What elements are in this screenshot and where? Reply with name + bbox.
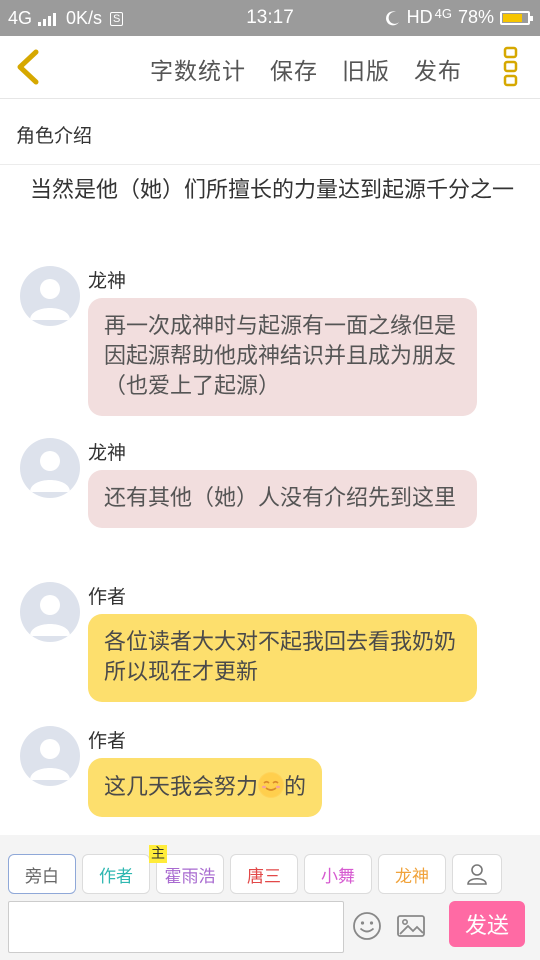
message-text: 这几天我会努力 bbox=[104, 775, 259, 800]
role-tab-author[interactable]: 作者 bbox=[82, 854, 150, 894]
sender-name: 龙神 bbox=[88, 442, 127, 464]
word-count-button[interactable]: 字数统计 bbox=[150, 52, 246, 86]
hd-label: HD bbox=[406, 7, 433, 27]
more-menu-button[interactable] bbox=[500, 46, 522, 88]
chevron-left-icon bbox=[17, 49, 39, 85]
battery-fill bbox=[503, 13, 522, 22]
avatar[interactable] bbox=[20, 266, 80, 326]
image-icon bbox=[397, 915, 425, 937]
more-vertical-icon bbox=[503, 46, 518, 87]
section-title: 角色介绍 bbox=[16, 125, 93, 147]
message-bubble[interactable]: 各位读者大大对不起我回去看我奶奶所以现在才更新 bbox=[88, 614, 477, 702]
nav-actions: 字数统计 保存 旧版 发布 bbox=[150, 52, 462, 86]
role-tab-narrator[interactable]: 旁白 bbox=[8, 854, 76, 894]
role-tab-huo-yuhao[interactable]: 主 霍雨浩 bbox=[149, 845, 224, 894]
role-tabs: 旁白 作者 主 霍雨浩 唐三 小舞 龙神 bbox=[8, 845, 502, 894]
avatar[interactable] bbox=[20, 582, 80, 642]
sender-name: 作者 bbox=[88, 586, 127, 608]
smile-emoji-icon bbox=[258, 772, 285, 798]
smile-icon bbox=[353, 912, 381, 940]
top-navbar: 字数统计 保存 旧版 发布 bbox=[0, 36, 540, 99]
user-icon bbox=[467, 864, 487, 885]
old-version-button[interactable]: 旧版 bbox=[342, 52, 390, 86]
role-tab-tang-san[interactable]: 唐三 bbox=[230, 854, 298, 894]
message-text: 的 bbox=[284, 775, 307, 800]
status-bar: 4G 0K/s S 13:17 HD 4G 78% bbox=[0, 0, 540, 36]
publish-button[interactable]: 发布 bbox=[414, 52, 462, 86]
role-label: 龙神 bbox=[395, 866, 429, 887]
sender-name: 龙神 bbox=[88, 270, 127, 292]
role-tab-dragon-god[interactable]: 龙神 bbox=[378, 854, 446, 894]
default-avatar-icon bbox=[30, 595, 70, 636]
message-bubble[interactable]: 再一次成神时与起源有一面之缘但是因起源帮助他成神结识并且成为朋友（也爱上了起源） bbox=[88, 298, 477, 416]
narration-text: 当然是他（她）们所擅长的力量达到起源千分之一 bbox=[30, 178, 515, 203]
composer-area: 旁白 作者 主 霍雨浩 唐三 小舞 龙神 发送 bbox=[0, 835, 540, 960]
avatar[interactable] bbox=[20, 726, 80, 786]
default-avatar-icon bbox=[30, 451, 70, 492]
message-bubble[interactable]: 这几天我会努力的 bbox=[88, 758, 323, 817]
battery-percent: 78% bbox=[457, 7, 494, 27]
status-right: HD 4G 78% bbox=[385, 6, 533, 28]
divider bbox=[0, 164, 540, 165]
image-button[interactable] bbox=[396, 911, 426, 941]
role-label: 唐三 bbox=[247, 866, 281, 887]
avatar[interactable] bbox=[20, 438, 80, 498]
role-tab-xiao-wu[interactable]: 小舞 bbox=[304, 854, 372, 894]
send-button[interactable]: 发送 bbox=[449, 901, 525, 947]
message-input[interactable] bbox=[8, 901, 344, 953]
battery-icon bbox=[500, 10, 533, 25]
role-label: 作者 bbox=[99, 866, 133, 887]
default-avatar-icon bbox=[30, 739, 70, 780]
moon-icon bbox=[385, 10, 399, 25]
add-role-button[interactable] bbox=[452, 854, 502, 894]
role-label: 霍雨浩 bbox=[164, 866, 216, 887]
back-button[interactable] bbox=[8, 42, 54, 92]
save-button[interactable]: 保存 bbox=[270, 52, 318, 86]
main-role-badge: 主 bbox=[149, 845, 167, 863]
default-avatar-icon bbox=[30, 279, 70, 320]
message-bubble[interactable]: 还有其他（她）人没有介绍先到这里 bbox=[88, 470, 477, 528]
sender-name: 作者 bbox=[88, 730, 127, 752]
role-label: 旁白 bbox=[25, 866, 59, 887]
emoji-button[interactable] bbox=[352, 911, 382, 941]
role-label: 小舞 bbox=[321, 866, 355, 887]
network-label: 4G bbox=[434, 6, 452, 21]
